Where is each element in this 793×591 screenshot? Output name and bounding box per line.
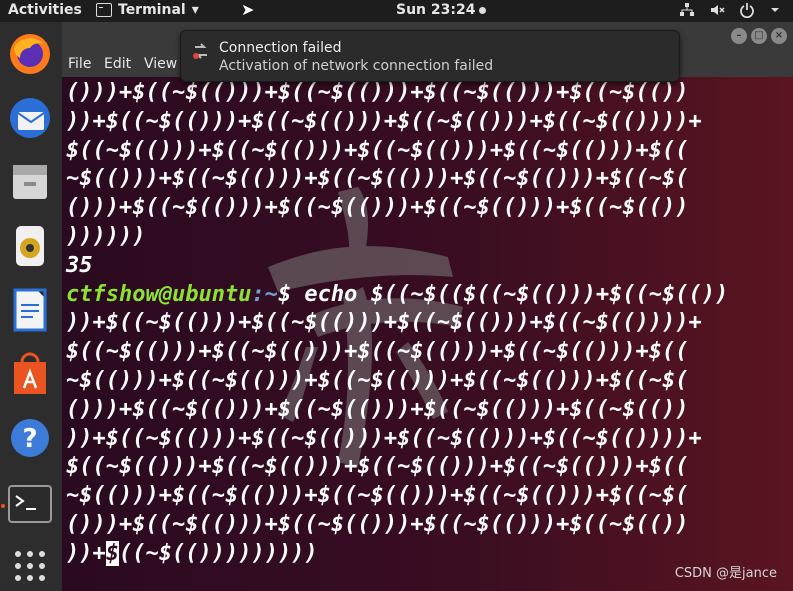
command-line: ))+$((~$(()))+$((~$(()))+$((~$(()))+$((~… <box>66 310 702 336</box>
libreoffice-writer-icon <box>13 288 47 332</box>
menu-edit[interactable]: Edit <box>104 56 131 72</box>
terminal-small-icon <box>96 3 112 17</box>
dock-rhythmbox[interactable] <box>6 222 54 270</box>
text-cursor: $ <box>105 540 119 566</box>
menu-view[interactable]: View <box>144 56 177 72</box>
files-icon <box>13 165 47 199</box>
app-menu-label: Terminal <box>118 2 186 18</box>
terminal-icon <box>8 485 52 523</box>
system-tray[interactable] <box>679 2 781 18</box>
notification-body: Activation of network connection failed <box>219 58 494 74</box>
clock[interactable]: Sun 23:24 <box>396 2 487 18</box>
mouse-pointer-icon: ➤ <box>241 0 255 19</box>
dock-writer[interactable] <box>6 286 54 334</box>
activities-button[interactable]: Activities <box>8 2 82 18</box>
minimize-button[interactable]: – <box>731 28 747 44</box>
dock-files[interactable] <box>6 158 54 206</box>
maximize-button[interactable]: □ <box>751 28 767 44</box>
command-text: ))+ <box>66 540 106 566</box>
notification-title: Connection failed <box>219 40 342 56</box>
terminal-area[interactable]: ()))+$((~$(()))+$((~$(()))+$((~$(()))+$(… <box>62 77 793 591</box>
command-line: ()))+$((~$(()))+$((~$(()))+$((~$(()))+$(… <box>66 511 689 537</box>
command-line: $((~$(()))+$((~$(()))+$((~$(()))+$((~$((… <box>66 454 689 480</box>
output-line: 35 <box>66 252 93 278</box>
notification-banner[interactable]: Connection failed Activation of network … <box>180 30 680 82</box>
dock-help[interactable]: ? <box>6 414 54 462</box>
command-line: ()))+$((~$(()))+$((~$(()))+$((~$(()))+$(… <box>66 396 689 422</box>
output-line: ()))+$((~$(()))+$((~$(()))+$((~$(()))+$(… <box>66 80 689 105</box>
prompt-user: ctfshow@ubuntu <box>66 281 252 307</box>
dock-firefox[interactable] <box>6 30 54 78</box>
output-line: )))))) <box>66 223 146 249</box>
software-center-icon <box>14 352 46 394</box>
app-grid-icon <box>15 551 45 581</box>
output-line: $((~$(()))+$((~$(()))+$((~$(()))+$((~$((… <box>66 137 689 163</box>
command-line: $((~$(()))+$((~$(()))+$((~$(()))+$((~$((… <box>66 339 689 365</box>
dock-app-grid[interactable] <box>6 542 54 590</box>
volume-muted-icon[interactable] <box>709 2 725 18</box>
thunderbird-icon <box>10 98 50 138</box>
command-line: ))+$((~$(()))+$((~$(()))+$((~$(()))+$((~… <box>66 425 702 451</box>
top-bar: Activities Terminal ▾ ➤ Sun 23:24 <box>0 0 793 22</box>
dock-terminal[interactable] <box>6 480 54 528</box>
terminal-window: – □ × File Edit View ()))+$((~$(()))+$((… <box>62 22 793 591</box>
csdn-watermark: CSDN @是jance <box>674 566 777 581</box>
command-text: ((~$(())))))))) <box>119 540 318 566</box>
firefox-icon <box>10 34 50 74</box>
output-line: ))+$((~$(()))+$((~$(()))+$((~$(()))+$((~… <box>66 108 702 134</box>
window-controls: – □ × <box>731 28 787 44</box>
help-icon: ? <box>11 419 49 457</box>
dock-software[interactable] <box>6 350 54 398</box>
prompt-sign: $ <box>277 281 292 307</box>
app-menu[interactable]: Terminal ▾ <box>96 2 199 18</box>
chevron-down-icon: ▾ <box>191 2 199 18</box>
dock: ? <box>0 22 63 591</box>
svg-text:?: ? <box>22 424 37 454</box>
dock-thunderbird[interactable] <box>6 94 54 142</box>
menu-file[interactable]: File <box>68 56 91 72</box>
notification-dot-icon <box>479 6 487 14</box>
command-line: ~$(()))+$((~$(()))+$((~$(()))+$((~$(()))… <box>66 483 689 509</box>
output-line: ~$(()))+$((~$(()))+$((~$(()))+$((~$(()))… <box>66 166 689 192</box>
close-button[interactable]: × <box>771 28 787 44</box>
prompt-path: :~ <box>251 281 278 307</box>
output-line: ()))+$((~$(()))+$((~$(()))+$((~$(()))+$(… <box>66 195 689 221</box>
prompt-line: ctfshow@ubuntu:~$ echo $((~$(($((~$(()))… <box>66 281 786 310</box>
command-line: ~$(()))+$((~$(()))+$((~$(()))+$((~$(()))… <box>66 367 689 393</box>
power-icon[interactable] <box>739 2 755 18</box>
network-error-icon <box>193 43 207 59</box>
terminal-output: ()))+$((~$(()))+$((~$(()))+$((~$(()))+$(… <box>66 79 786 569</box>
network-icon[interactable] <box>679 2 695 18</box>
clock-label: Sun 23:24 <box>396 2 476 18</box>
command-text: echo $((~$(($((~$(()))+$((~$(()) <box>291 281 729 307</box>
active-indicator <box>1 504 5 508</box>
chevron-down-icon[interactable] <box>769 2 781 18</box>
rhythmbox-icon <box>16 226 44 266</box>
